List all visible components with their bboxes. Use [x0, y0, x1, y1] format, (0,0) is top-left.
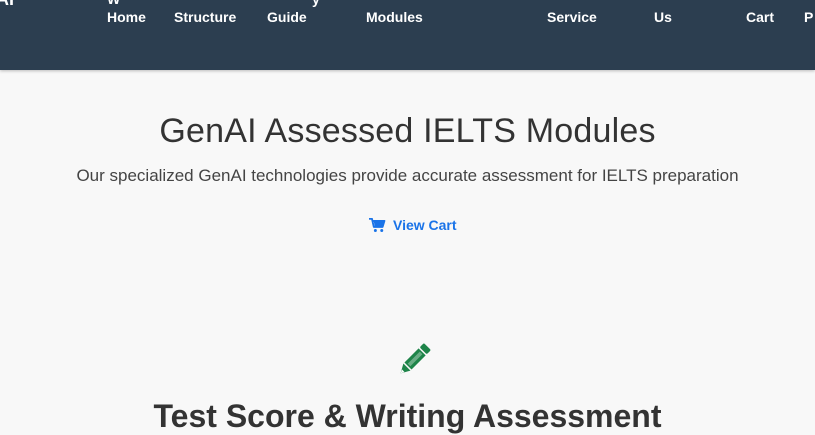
nav-item-structure-label: Structure: [174, 9, 237, 25]
nav-item-service-label: Service: [547, 9, 597, 25]
brand-logo-fragment[interactable]: AI: [0, 0, 14, 10]
nav-item-home-top: W: [107, 0, 120, 8]
nav-item-profile-label: P: [804, 9, 814, 25]
nav-item-guide-top: y: [312, 0, 320, 8]
view-cart-label: View Cart: [393, 217, 457, 233]
page-title: GenAI Assessed IELTS Modules: [159, 112, 656, 150]
page-subtitle: Our specialized GenAI technologies provi…: [76, 166, 739, 185]
top-navbar: AI W Home Structure y Guide Modules Serv…: [0, 0, 815, 70]
nav-item-guide-label: Guide: [267, 9, 307, 25]
view-cart-link[interactable]: View Cart: [369, 217, 457, 233]
cart-icon: [369, 217, 386, 233]
nav-item-us-label: Us: [654, 9, 672, 25]
nav-item-modules-label: Modules: [366, 9, 423, 25]
section-heading: Test Score & Writing Assessment: [153, 398, 662, 434]
pencil-icon: [394, 340, 434, 385]
nav-item-home-label: Home: [107, 9, 146, 25]
nav-item-cart-label: Cart: [746, 9, 775, 25]
